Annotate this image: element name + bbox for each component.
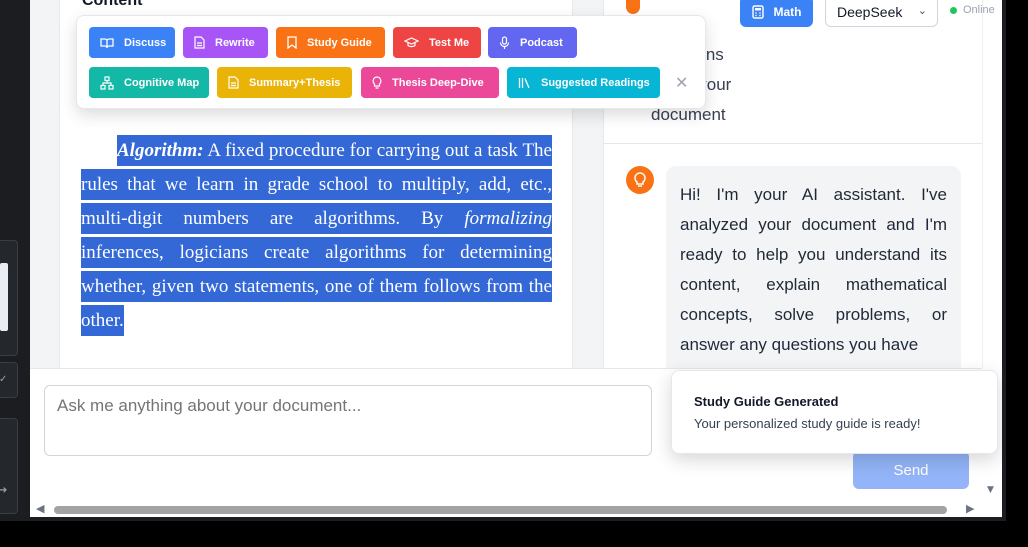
close-icon[interactable]: ✕ xyxy=(675,73,688,92)
document-icon xyxy=(194,36,205,49)
screen: ✓ ➜ Content Algorithm: A fixed procedure… xyxy=(0,0,1028,547)
lightbulb-icon xyxy=(372,76,382,89)
sidebar-arrow-card[interactable]: ➜ xyxy=(0,418,18,514)
lightbulb-icon xyxy=(634,172,646,187)
test-me-label: Test Me xyxy=(429,36,470,49)
scroll-left-arrow-icon[interactable]: ◀ xyxy=(36,502,44,515)
scroll-down-arrow-icon[interactable]: ▼ xyxy=(987,485,994,495)
term-label: Algorithm: xyxy=(117,140,204,161)
toast-title: Study Guide Generated xyxy=(694,394,839,409)
cognitive-map-button[interactable]: Cognitive Map xyxy=(89,67,209,98)
bookmark-icon xyxy=(287,36,297,49)
lightbulb-icon xyxy=(626,0,640,14)
scrollbar-thumb[interactable] xyxy=(54,506,947,514)
summary-thesis-button[interactable]: Summary+Thesis xyxy=(217,67,352,98)
online-status-dot xyxy=(950,7,957,14)
microphone-icon xyxy=(499,35,510,49)
taskbar-area xyxy=(0,521,1028,547)
online-status-text: Online xyxy=(963,4,995,16)
send-button[interactable]: Send xyxy=(853,451,969,489)
discuss-button[interactable]: Discuss xyxy=(89,27,175,58)
calculator-icon xyxy=(751,4,764,19)
sidebar-check-card[interactable]: ✓ xyxy=(0,362,18,398)
chat-input[interactable] xyxy=(44,385,652,456)
assistant-avatar xyxy=(626,166,654,194)
assistant-message: Hi! I'm your AI assistant. I've analyzed… xyxy=(666,166,961,376)
suggested-readings-label: Suggested Readings xyxy=(541,76,650,89)
selected-paragraph[interactable]: Algorithm: A fixed procedure for carryin… xyxy=(81,134,552,338)
sidebar-thumbnail-card[interactable] xyxy=(0,240,18,356)
network-icon xyxy=(100,75,114,90)
graduation-cap-icon xyxy=(404,37,419,48)
scroll-right-arrow-icon[interactable]: ▶ xyxy=(966,502,974,515)
summary-thesis-label: Summary+Thesis xyxy=(249,76,341,89)
app-window: Content Algorithm: A fixed procedure for… xyxy=(30,0,1002,517)
library-icon xyxy=(518,77,530,88)
study-guide-button[interactable]: Study Guide xyxy=(276,27,385,58)
podcast-button[interactable]: Podcast xyxy=(488,27,577,58)
paragraph-emphasis: formalizing xyxy=(464,208,552,229)
model-selected-value: DeepSeek xyxy=(837,3,903,20)
podcast-label: Podcast xyxy=(520,36,563,49)
math-label: Math xyxy=(773,4,802,19)
check-icon: ✓ xyxy=(0,374,8,385)
rewrite-button[interactable]: Rewrite xyxy=(183,27,268,58)
toast-message: Your personalized study guide is ready! xyxy=(694,416,921,431)
book-open-icon xyxy=(100,37,114,48)
section-heading: Content xyxy=(82,0,143,9)
selection-action-toolbar: Discuss Rewrite Study Guide Test Me Podc… xyxy=(76,15,706,109)
suggested-readings-button[interactable]: Suggested Readings xyxy=(507,67,660,98)
model-select[interactable]: DeepSeek ⌄ xyxy=(825,0,938,27)
paragraph-text-2: inferences, logicians create algorithms … xyxy=(81,242,552,331)
toast-notification: Study Guide Generated Your personalized … xyxy=(671,370,998,454)
study-guide-label: Study Guide xyxy=(307,36,372,49)
rewrite-label: Rewrite xyxy=(215,36,255,49)
left-sidebar-strip: ✓ ➜ xyxy=(0,0,30,520)
cognitive-map-label: Cognitive Map xyxy=(124,76,200,89)
window-border xyxy=(1002,0,1006,520)
page-thumbnail[interactable] xyxy=(0,263,8,331)
chevron-down-icon: ⌄ xyxy=(917,4,927,17)
math-mode-button[interactable]: Math xyxy=(740,0,813,27)
document-icon xyxy=(228,76,239,89)
thesis-deep-dive-label: Thesis Deep-Dive xyxy=(392,76,484,89)
discuss-label: Discuss xyxy=(124,36,167,49)
horizontal-scrollbar[interactable]: ◀ ▶ xyxy=(30,501,982,517)
test-me-button[interactable]: Test Me xyxy=(393,27,481,58)
arrow-right-icon: ➜ xyxy=(0,485,8,496)
thesis-deep-dive-button[interactable]: Thesis Deep-Dive xyxy=(361,67,499,98)
chat-divider xyxy=(604,143,983,144)
chat-scrollbar[interactable] xyxy=(982,0,1002,368)
